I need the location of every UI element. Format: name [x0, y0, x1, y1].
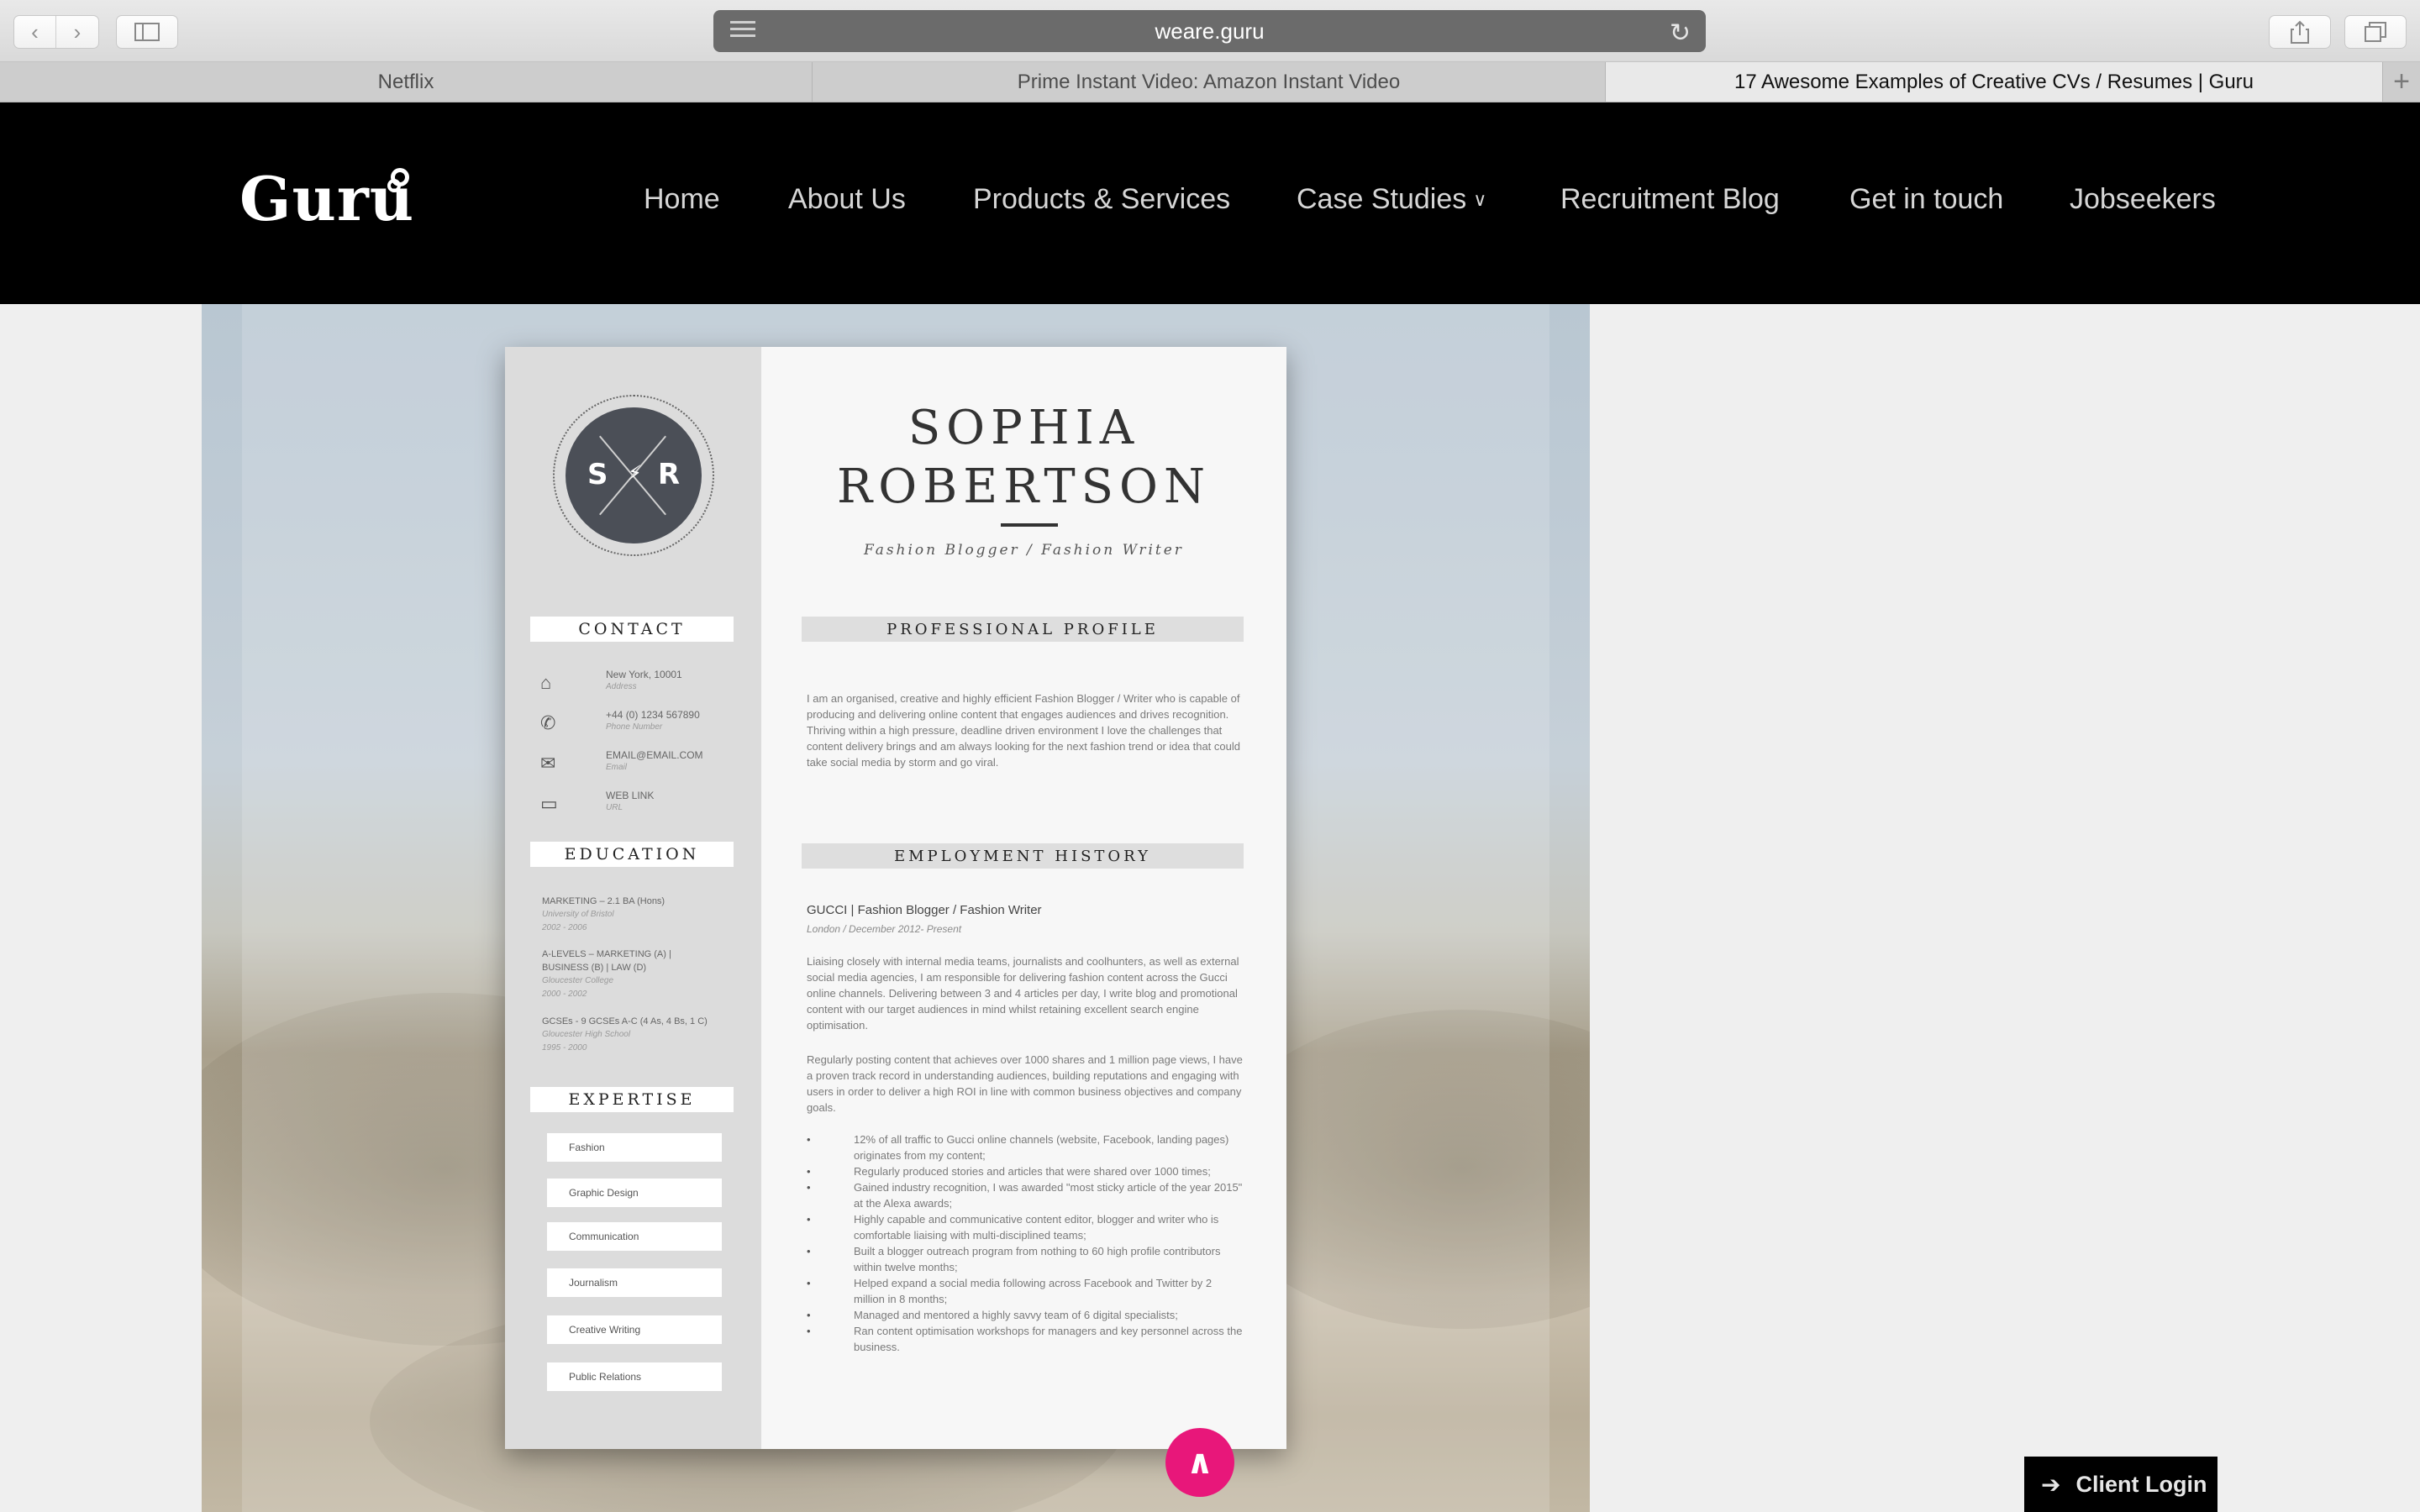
url-text: weare.guru [1155, 18, 1265, 44]
client-login-label: Client Login [2075, 1471, 2207, 1497]
job-title: GUCCI | Fashion Blogger / Fashion Writer [807, 903, 1042, 917]
address-bar[interactable]: weare.guru ↻ [713, 10, 1706, 52]
nav-about-us[interactable]: About Us [788, 183, 906, 216]
sidebar-toggle-button[interactable] [116, 15, 178, 49]
browser-toolbar: ‹ › weare.guru ↻ [0, 0, 2420, 62]
contact-web-label: URL [606, 803, 623, 812]
tab-prime-video[interactable]: Prime Instant Video: Amazon Instant Vide… [813, 62, 1606, 102]
contact-address-value: New York, 10001 [606, 669, 682, 680]
job-meta: London / December 2012- Present [807, 923, 962, 935]
list-item: Highly capable and communicative content… [807, 1211, 1244, 1243]
monitor-icon: ▭ [540, 793, 558, 814]
list-item: Ran content optimisation workshops for m… [807, 1323, 1244, 1355]
expertise-heading: EXPERTISE [530, 1087, 734, 1112]
monogram-initial-right: R [657, 458, 680, 491]
contact-web-value: WEB LINK [606, 790, 655, 801]
nav-products-services[interactable]: Products & Services [973, 183, 1230, 216]
list-item: Regularly produced stories and articles … [807, 1163, 1244, 1179]
employment-heading: EMPLOYMENT HISTORY [802, 843, 1244, 869]
education-entry: GCSEs - 9 GCSEs A-C (4 As, 4 Bs, 1 C) Gl… [542, 1016, 708, 1053]
back-arrow-icon[interactable]: ‹ [14, 16, 56, 48]
job-description-2: Regularly posting content that achieves … [807, 1053, 1243, 1114]
skill-tag: Journalism [547, 1268, 722, 1297]
achievement-list: 12% of all traffic to Gucci online chann… [807, 1131, 1244, 1355]
reload-icon[interactable]: ↻ [1670, 18, 1691, 48]
bolt-icon: ⚡ [628, 461, 642, 485]
login-icon: ➔ [2041, 1471, 2061, 1498]
nav-jobseekers[interactable]: Jobseekers [2070, 183, 2216, 216]
history-nav: ‹ › [13, 15, 99, 49]
nav-case-studies-label: Case Studies [1297, 183, 1467, 215]
list-item: Helped expand a social media following a… [807, 1275, 1244, 1307]
envelope-icon: ✉ [540, 753, 556, 774]
main-nav: Home About Us Products & Services Case S… [0, 102, 2420, 304]
list-item: Managed and mentored a highly savvy team… [807, 1307, 1244, 1323]
monogram-initial-left: S [587, 458, 608, 491]
phone-icon: ✆ [540, 712, 556, 733]
education-entry: MARKETING – 2.1 BA (Hons) University of … [542, 896, 666, 932]
chevron-down-icon: ∨ [1473, 189, 1487, 210]
monogram-ring: S ⚡ R [553, 395, 714, 556]
map-icon: ⌂ [540, 672, 552, 693]
contact-phone: ✆ +44 (0) 1234 567890 Phone Number [540, 709, 742, 746]
nav-case-studies[interactable]: Case Studies ∨ [1297, 183, 1486, 216]
nav-recruitment-blog[interactable]: Recruitment Blog [1560, 183, 1780, 216]
list-item: Gained industry recognition, I was award… [807, 1179, 1244, 1211]
job-description: Liaising closely with internal media tea… [807, 955, 1239, 1032]
contact-email-label: Email [606, 763, 628, 772]
name-divider [1001, 523, 1058, 527]
contact-email: ✉ EMAIL@EMAIL.COM Email [540, 749, 742, 786]
tabs-overview-icon [2365, 22, 2386, 42]
skill-tag: Fashion [547, 1133, 722, 1162]
forward-arrow-icon[interactable]: › [56, 16, 98, 48]
tab-bar: Netflix Prime Instant Video: Amazon Inst… [0, 62, 2420, 102]
monogram-badge: S ⚡ R [566, 407, 702, 543]
share-button[interactable] [2269, 15, 2331, 49]
nav-get-in-touch[interactable]: Get in touch [1849, 183, 2003, 216]
skill-tag: Graphic Design [547, 1179, 722, 1207]
skill-tag: Communication [547, 1222, 722, 1251]
chevron-up-icon: ∧ [1186, 1444, 1214, 1481]
contact-address: ⌂ New York, 10001 Address [540, 669, 742, 706]
site-header: Guru Home About Us Products & Services C… [0, 102, 2420, 304]
contact-email-value: EMAIL@EMAIL.COM [606, 749, 703, 761]
show-tabs-button[interactable] [2344, 15, 2407, 49]
skill-tag: Public Relations [547, 1362, 722, 1391]
resume-last-name: ROBERTSON [837, 459, 1211, 514]
share-icon [2291, 20, 2309, 44]
scroll-to-top-button[interactable]: ∧ [1165, 1428, 1234, 1497]
skill-tag: Creative Writing [547, 1315, 722, 1344]
contact-phone-value: +44 (0) 1234 567890 [606, 709, 700, 721]
education-entry: A-LEVELS – MARKETING (A) | BUSINESS (B) … [542, 949, 671, 999]
contact-heading: CONTACT [530, 617, 734, 642]
contact-address-label: Address [606, 682, 637, 691]
resume-main: SOPHIA ROBERTSON Fashion Blogger / Fashi… [761, 347, 1286, 1449]
nav-home[interactable]: Home [644, 183, 720, 216]
contact-phone-label: Phone Number [606, 722, 663, 732]
new-tab-button[interactable]: + [2383, 62, 2420, 102]
resume-sample: S ⚡ R CONTACT ⌂ New York, 10001 Address … [505, 347, 1286, 1449]
profile-text: I am an organised, creative and highly e… [807, 692, 1240, 769]
resume-subtitle: Fashion Blogger / Fashion Writer [864, 542, 1184, 559]
list-item: Built a blogger outreach program from no… [807, 1243, 1244, 1275]
resume-first-name: SOPHIA [908, 401, 1140, 455]
sidebar-icon [134, 23, 160, 41]
tab-guru-active[interactable]: 17 Awesome Examples of Creative CVs / Re… [1606, 62, 2383, 102]
client-login-button[interactable]: ➔ Client Login [2024, 1457, 2217, 1512]
tab-netflix[interactable]: Netflix [0, 62, 813, 102]
list-item: 12% of all traffic to Gucci online chann… [807, 1131, 1244, 1163]
contact-web: ▭ WEB LINK URL [540, 790, 742, 827]
profile-heading: PROFESSIONAL PROFILE [802, 617, 1244, 642]
reader-icon[interactable] [730, 21, 755, 39]
resume-sidebar: S ⚡ R CONTACT ⌂ New York, 10001 Address … [505, 347, 761, 1449]
education-heading: EDUCATION [530, 842, 734, 867]
